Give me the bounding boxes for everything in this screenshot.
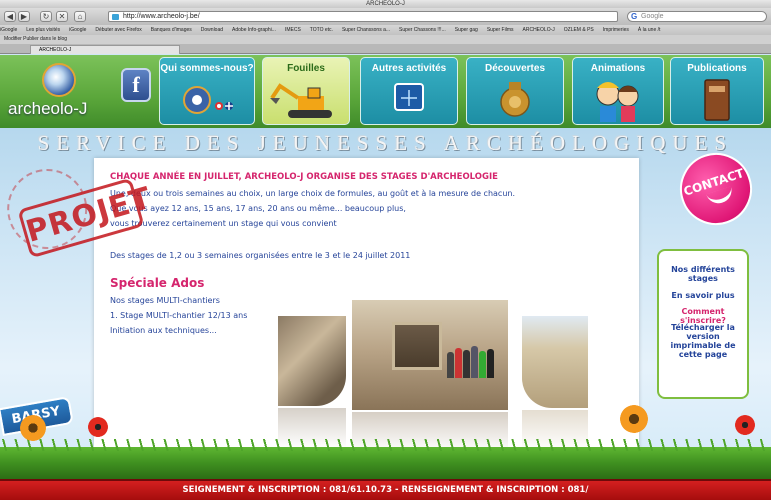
book-icon	[704, 79, 730, 121]
flower-icon	[20, 415, 46, 441]
bookmark-item[interactable]: À la une /t	[638, 27, 661, 33]
site-header: archeolo-J f Qui sommes-nous? Fouilles A…	[0, 55, 771, 128]
bookmark-item[interactable]: TOTO etc.	[310, 27, 333, 33]
main-content: CHAQUE ANNÉE EN JUILLET, ARCHEOLO-J ORGA…	[94, 158, 639, 470]
search-input[interactable]: G Google	[627, 11, 767, 22]
bookmarks-bar: iGoogle Les plus visités iGoogle Débuter av…	[0, 25, 771, 35]
sidebar-more-link[interactable]: En savoir plus	[659, 291, 747, 300]
section-title: Spéciale Ados	[110, 276, 205, 290]
bookmark-item[interactable]: Super Chanssons a...	[342, 27, 390, 33]
menu-fouilles[interactable]: Fouilles	[262, 57, 350, 125]
bookmark-item[interactable]: Super Chassons !!!...	[399, 27, 446, 33]
flags-logo-icon	[183, 86, 233, 114]
menu-publications[interactable]: Publications	[670, 57, 764, 125]
bookmark-item[interactable]: Banques d'images	[151, 27, 192, 33]
favicon-icon	[112, 14, 119, 20]
people-group	[447, 338, 497, 378]
menu-animations[interactable]: Animations	[572, 57, 664, 125]
reload-icon[interactable]: ↻	[40, 11, 52, 22]
bookmark-item[interactable]: OZLEM & PS	[564, 27, 594, 33]
bookmark-item[interactable]: ARCHEOLO-J	[523, 27, 555, 33]
facebook-icon[interactable]: f	[121, 68, 151, 102]
section-item-2[interactable]: 1. Stage MULTI-chantier 12/13 ans	[110, 311, 247, 320]
site-subtitle: SERVICE DES JEUNESSES ARCHÉOLOGIQUES	[37, 131, 734, 155]
bookmarks-bar-secondary[interactable]: Modifier Publier dans le blog	[0, 35, 771, 44]
tab-bar: ARCHEOLO-J	[0, 44, 771, 54]
browser-toolbar: ◀ ▶ ↻ ✕ ⌂ http://www.archeolo-j.be/ G Goo…	[0, 8, 771, 25]
bookmark-item[interactable]: Super gag	[455, 27, 478, 33]
section-item-1[interactable]: Nos stages MULTI-chantiers	[110, 296, 220, 305]
bookmark-item[interactable]: Download	[201, 27, 223, 33]
footer-banner: SEIGNEMENT & INSCRIPTION : 081/61.10.73 …	[0, 479, 771, 500]
bookmark-item[interactable]: Débuter avec Firefox	[95, 27, 141, 33]
cartoon-kids-icon	[596, 82, 639, 122]
tab-archeolo-j[interactable]: ARCHEOLO-J	[30, 45, 180, 54]
contact-button[interactable]: CONTACT	[670, 143, 762, 235]
flower-icon	[88, 417, 108, 437]
menu-qui-sommes-nous[interactable]: Qui sommes-nous?	[159, 57, 255, 125]
site-logo[interactable]: archeolo-J	[2, 55, 110, 128]
excavator-icon	[270, 83, 332, 118]
excavation-pit	[392, 322, 442, 370]
web-page: archeolo-J f Qui sommes-nous? Fouilles A…	[0, 55, 771, 500]
menu-decouvertes[interactable]: Découvertes	[466, 57, 564, 125]
sidebar-stages-link[interactable]: Nos différents stages	[659, 265, 747, 283]
back-icon[interactable]: ◀	[4, 11, 16, 22]
intro-line-1: Une, deux ou trois semaines au choix, un…	[110, 189, 516, 198]
bookmark-item[interactable]: Imprimeries	[603, 27, 629, 33]
intro-line-4: Des stages de 1,2 ou 3 semaines organisé…	[110, 251, 411, 260]
menu-autres-activites[interactable]: Autres activités	[360, 57, 458, 125]
photo-excavation-left	[278, 316, 346, 406]
screen-icon	[394, 83, 424, 111]
stop-icon[interactable]: ✕	[56, 11, 68, 22]
forward-icon[interactable]: ▶	[18, 11, 30, 22]
bookmark-item[interactable]: iGoogle	[69, 27, 86, 33]
photo-excavation-right	[522, 316, 588, 408]
sidebar-box: Nos différents stages En savoir plus Com…	[657, 249, 749, 399]
bookmark-item[interactable]: Adobe Info-graphi...	[232, 27, 276, 33]
bookmark-item[interactable]: Super Films	[487, 27, 514, 33]
grass-decoration	[0, 439, 771, 479]
amphora-icon	[500, 82, 530, 117]
home-icon[interactable]: ⌂	[74, 11, 86, 22]
bookmark-item[interactable]: iGoogle	[0, 27, 17, 33]
photo-group-site	[352, 300, 508, 410]
google-icon: G	[631, 12, 638, 21]
window-title: ARCHEOLO-J	[0, 0, 771, 8]
stamp-ring	[0, 159, 97, 259]
page-headline: CHAQUE ANNÉE EN JUILLET, ARCHEOLO-J ORGA…	[110, 172, 498, 182]
section-item-3[interactable]: Initiation aux techniques...	[110, 326, 217, 335]
flower-icon	[735, 415, 755, 435]
flower-icon	[620, 405, 648, 433]
logo-swirl-icon	[42, 63, 76, 97]
bookmark-item[interactable]: Les plus visités	[26, 27, 60, 33]
url-input[interactable]: http://www.archeolo-j.be/	[108, 11, 618, 22]
bookmark-item[interactable]: IMECS	[285, 27, 301, 33]
sidebar-download-link[interactable]: Télécharger la version imprimable de cet…	[659, 323, 747, 359]
